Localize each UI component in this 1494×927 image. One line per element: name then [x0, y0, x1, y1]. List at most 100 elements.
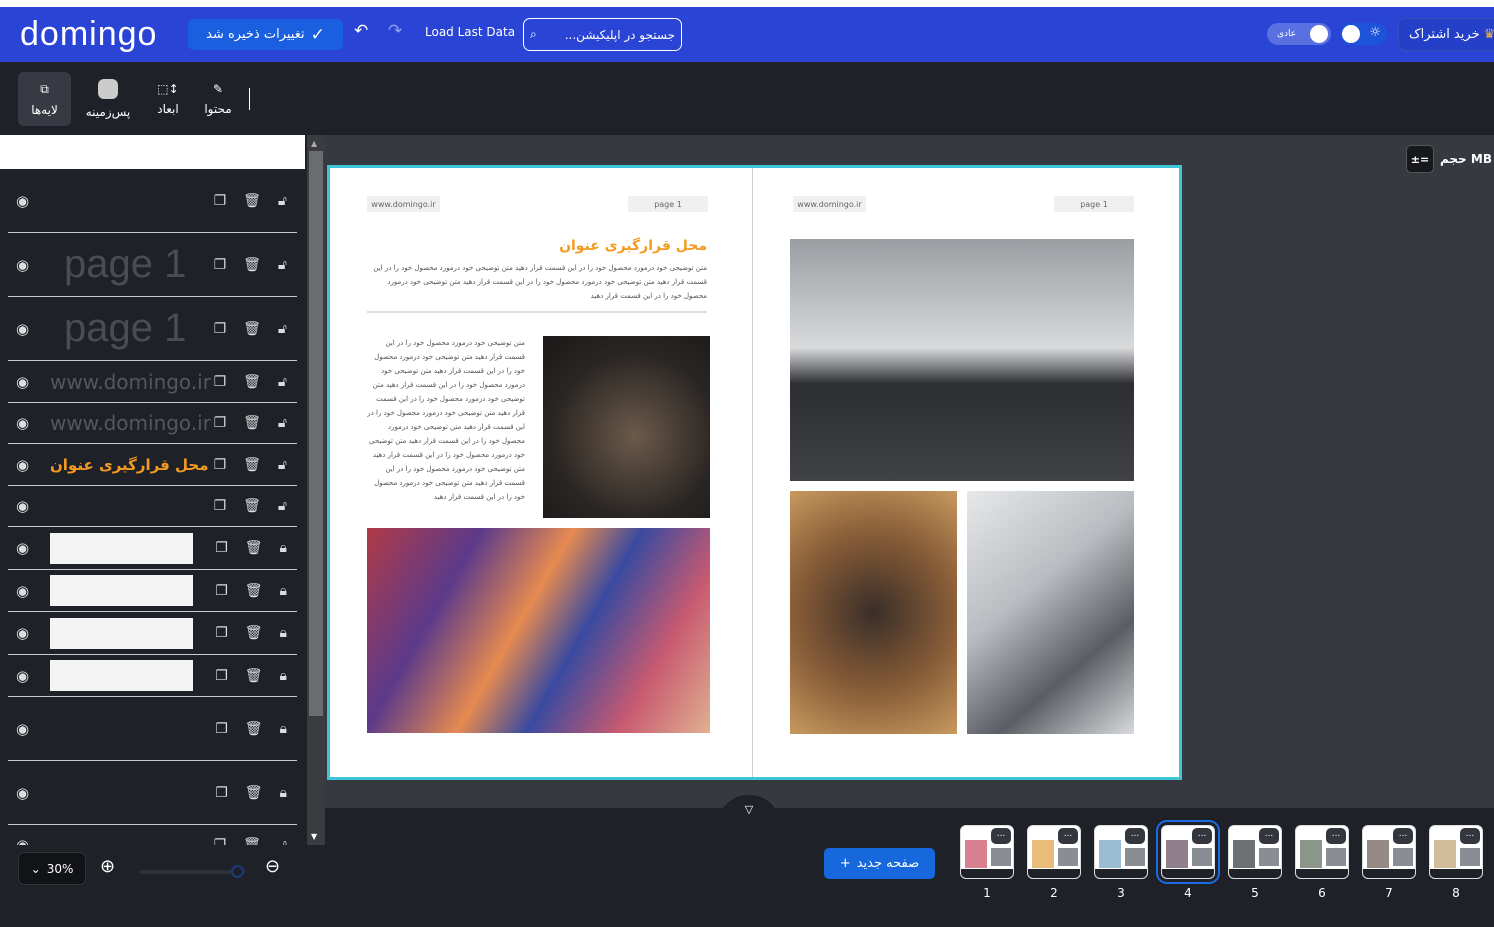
trash-icon[interactable]: 🗑︎: [243, 457, 261, 473]
right-url-chip[interactable]: www.domingo.ir: [793, 196, 866, 212]
eye-icon[interactable]: ◉: [16, 539, 29, 557]
eye-icon[interactable]: ◉: [16, 256, 29, 274]
lock-icon[interactable]: 🔓︎: [278, 457, 287, 473]
saved-status-button[interactable]: تغییرات ذخیره شد ✓: [188, 19, 343, 50]
duplicate-icon[interactable]: ❐: [215, 785, 228, 801]
eye-icon[interactable]: ◉: [16, 667, 29, 685]
undo-icon[interactable]: ↶: [354, 21, 368, 41]
lock-closed-icon[interactable]: 🔒︎: [280, 625, 287, 641]
lock-closed-icon[interactable]: 🔒︎: [280, 668, 287, 684]
lock-icon[interactable]: 🔓︎: [278, 415, 287, 431]
lock-icon[interactable]: 🔓︎: [278, 193, 287, 209]
eye-icon[interactable]: ◉: [16, 414, 29, 432]
lock-icon[interactable]: 🔓︎: [278, 257, 287, 273]
more-icon[interactable]: ...: [1192, 828, 1212, 844]
trash-icon[interactable]: 🗑︎: [243, 257, 261, 273]
theme-toggle[interactable]: ☼: [1340, 23, 1387, 45]
layers-scrollbar[interactable]: ▲ ▼: [307, 135, 325, 845]
redo-icon[interactable]: ↷: [388, 21, 402, 41]
layer-row[interactable]: ◉ ❐ 🗑︎ 🔓︎: [8, 486, 297, 527]
layer-row[interactable]: ◉ page 1 ❐ 🗑︎ 🔓︎: [8, 297, 297, 361]
tool-content[interactable]: ✎ محتوا: [198, 72, 238, 126]
eye-icon[interactable]: ◉: [16, 720, 29, 738]
lock-icon[interactable]: 🔓︎: [278, 374, 287, 390]
page-thumbnail[interactable]: ...: [1429, 825, 1483, 879]
duplicate-icon[interactable]: ❐: [214, 837, 227, 846]
layer-row[interactable]: ◉ ❐ 🗑︎ 🔒︎: [8, 655, 297, 697]
layer-row[interactable]: ◉ ❐ 🗑︎ 🔓︎: [8, 169, 297, 233]
eye-icon[interactable]: ◉: [16, 373, 29, 391]
duplicate-icon[interactable]: ❐: [214, 457, 227, 473]
layer-row[interactable]: ◉ ❐ 🗑︎ 🔒︎: [8, 527, 297, 570]
lock-icon[interactable]: 🔓︎: [278, 498, 287, 514]
layer-row[interactable]: ◉ www.domingo.ir ❐ 🗑︎ 🔓︎: [8, 361, 297, 403]
phone-in-hand-image[interactable]: [543, 336, 710, 518]
layer-row[interactable]: ◉ ❐ 🗑︎ 🔒︎: [8, 697, 297, 761]
more-icon[interactable]: ...: [1460, 828, 1480, 844]
page-thumbnail[interactable]: ...: [1228, 825, 1282, 879]
trash-icon[interactable]: 🗑︎: [245, 721, 263, 737]
lock-closed-icon[interactable]: 🔒︎: [280, 540, 287, 556]
new-page-button[interactable]: + صفحه جدید: [824, 848, 935, 879]
page-thumbnail[interactable]: ...: [1094, 825, 1148, 879]
layer-row[interactable]: ◉ محل قرارگیری عنوان ❐ 🗑︎ 🔓︎: [8, 444, 297, 486]
scroll-thumb[interactable]: [309, 151, 323, 716]
load-last-data-button[interactable]: Load Last Data: [425, 25, 515, 39]
duplicate-icon[interactable]: ❐: [214, 193, 227, 209]
more-icon[interactable]: ...: [1326, 828, 1346, 844]
trash-icon[interactable]: 🗑︎: [243, 193, 261, 209]
page-thumbnail[interactable]: ...: [960, 825, 1014, 879]
desk-image[interactable]: [790, 239, 1134, 481]
page-thumbnail[interactable]: ...: [1295, 825, 1349, 879]
trash-icon[interactable]: 🗑︎: [243, 374, 261, 390]
lock-closed-icon[interactable]: 🔒︎: [280, 785, 287, 801]
eye-icon[interactable]: ◉: [16, 624, 29, 642]
right-page-chip[interactable]: page 1: [1054, 196, 1134, 212]
more-icon[interactable]: ...: [991, 828, 1011, 844]
duplicate-icon[interactable]: ❐: [214, 321, 227, 337]
mode-toggle[interactable]: عادی: [1267, 23, 1331, 45]
layer-row[interactable]: ◉ page 1 ❐ 🗑︎ 🔓︎: [8, 233, 297, 297]
trash-icon[interactable]: 🗑︎: [245, 625, 263, 641]
eye-icon[interactable]: ◉: [16, 192, 29, 210]
layer-row[interactable]: ◉ www.domingo.ir ❐ 🗑︎ 🔓︎: [8, 403, 297, 444]
left-title[interactable]: محل قرارگیری عنوان: [367, 238, 707, 254]
trash-icon[interactable]: 🗑︎: [245, 583, 263, 599]
trash-icon[interactable]: 🗑︎: [245, 668, 263, 684]
duplicate-icon[interactable]: ❐: [214, 498, 227, 514]
duplicate-icon[interactable]: ❐: [214, 374, 227, 390]
duplicate-icon[interactable]: ❐: [214, 257, 227, 273]
zoom-out-icon[interactable]: ⊖: [265, 856, 280, 877]
duplicate-icon[interactable]: ❐: [215, 583, 228, 599]
left-page-chip[interactable]: page 1: [628, 196, 708, 212]
trash-icon[interactable]: 🗑︎: [243, 321, 261, 337]
more-icon[interactable]: ...: [1259, 828, 1279, 844]
calculator-icon[interactable]: ±=: [1406, 145, 1434, 173]
layer-row[interactable]: ◉ ❐ 🗑︎ 🔒︎: [8, 570, 297, 612]
trash-icon[interactable]: 🗑︎: [243, 837, 261, 846]
duplicate-icon[interactable]: ❐: [215, 625, 228, 641]
left-url-chip[interactable]: www.domingo.ir: [367, 196, 440, 212]
layer-row[interactable]: ◉ ❐ 🗑︎ 🔒︎: [8, 612, 297, 655]
more-icon[interactable]: ...: [1393, 828, 1413, 844]
eye-icon[interactable]: ◉: [16, 320, 29, 338]
more-icon[interactable]: ...: [1058, 828, 1078, 844]
lock-icon[interactable]: 🔓︎: [278, 837, 287, 846]
eye-icon[interactable]: ◉: [16, 497, 29, 515]
zoom-slider[interactable]: [140, 865, 245, 878]
layer-row[interactable]: ◉ ❐ 🗑︎ 🔒︎: [8, 761, 297, 825]
tool-dimensions[interactable]: ⬚↕ ابعاد: [148, 72, 188, 126]
phone-keyboard-image[interactable]: [790, 491, 957, 734]
scroll-down-icon[interactable]: ▼: [311, 832, 317, 841]
layer-row[interactable]: ◉ ❐ 🗑︎ 🔓︎: [8, 825, 297, 846]
duplicate-icon[interactable]: ❐: [215, 668, 228, 684]
page-thumbnail[interactable]: ...: [1027, 825, 1081, 879]
eye-icon[interactable]: ◉: [16, 836, 29, 846]
gadgets-image[interactable]: [967, 491, 1134, 734]
search-input[interactable]: جستجو در اپلیکیشن... ⌕: [523, 18, 682, 51]
more-icon[interactable]: ...: [1125, 828, 1145, 844]
lock-closed-icon[interactable]: 🔒︎: [280, 721, 287, 737]
page-spread[interactable]: www.domingo.ir page 1 محل قرارگیری عنوان…: [327, 165, 1182, 780]
lock-closed-icon[interactable]: 🔒︎: [280, 583, 287, 599]
zoom-in-icon[interactable]: ⊕: [100, 856, 115, 877]
